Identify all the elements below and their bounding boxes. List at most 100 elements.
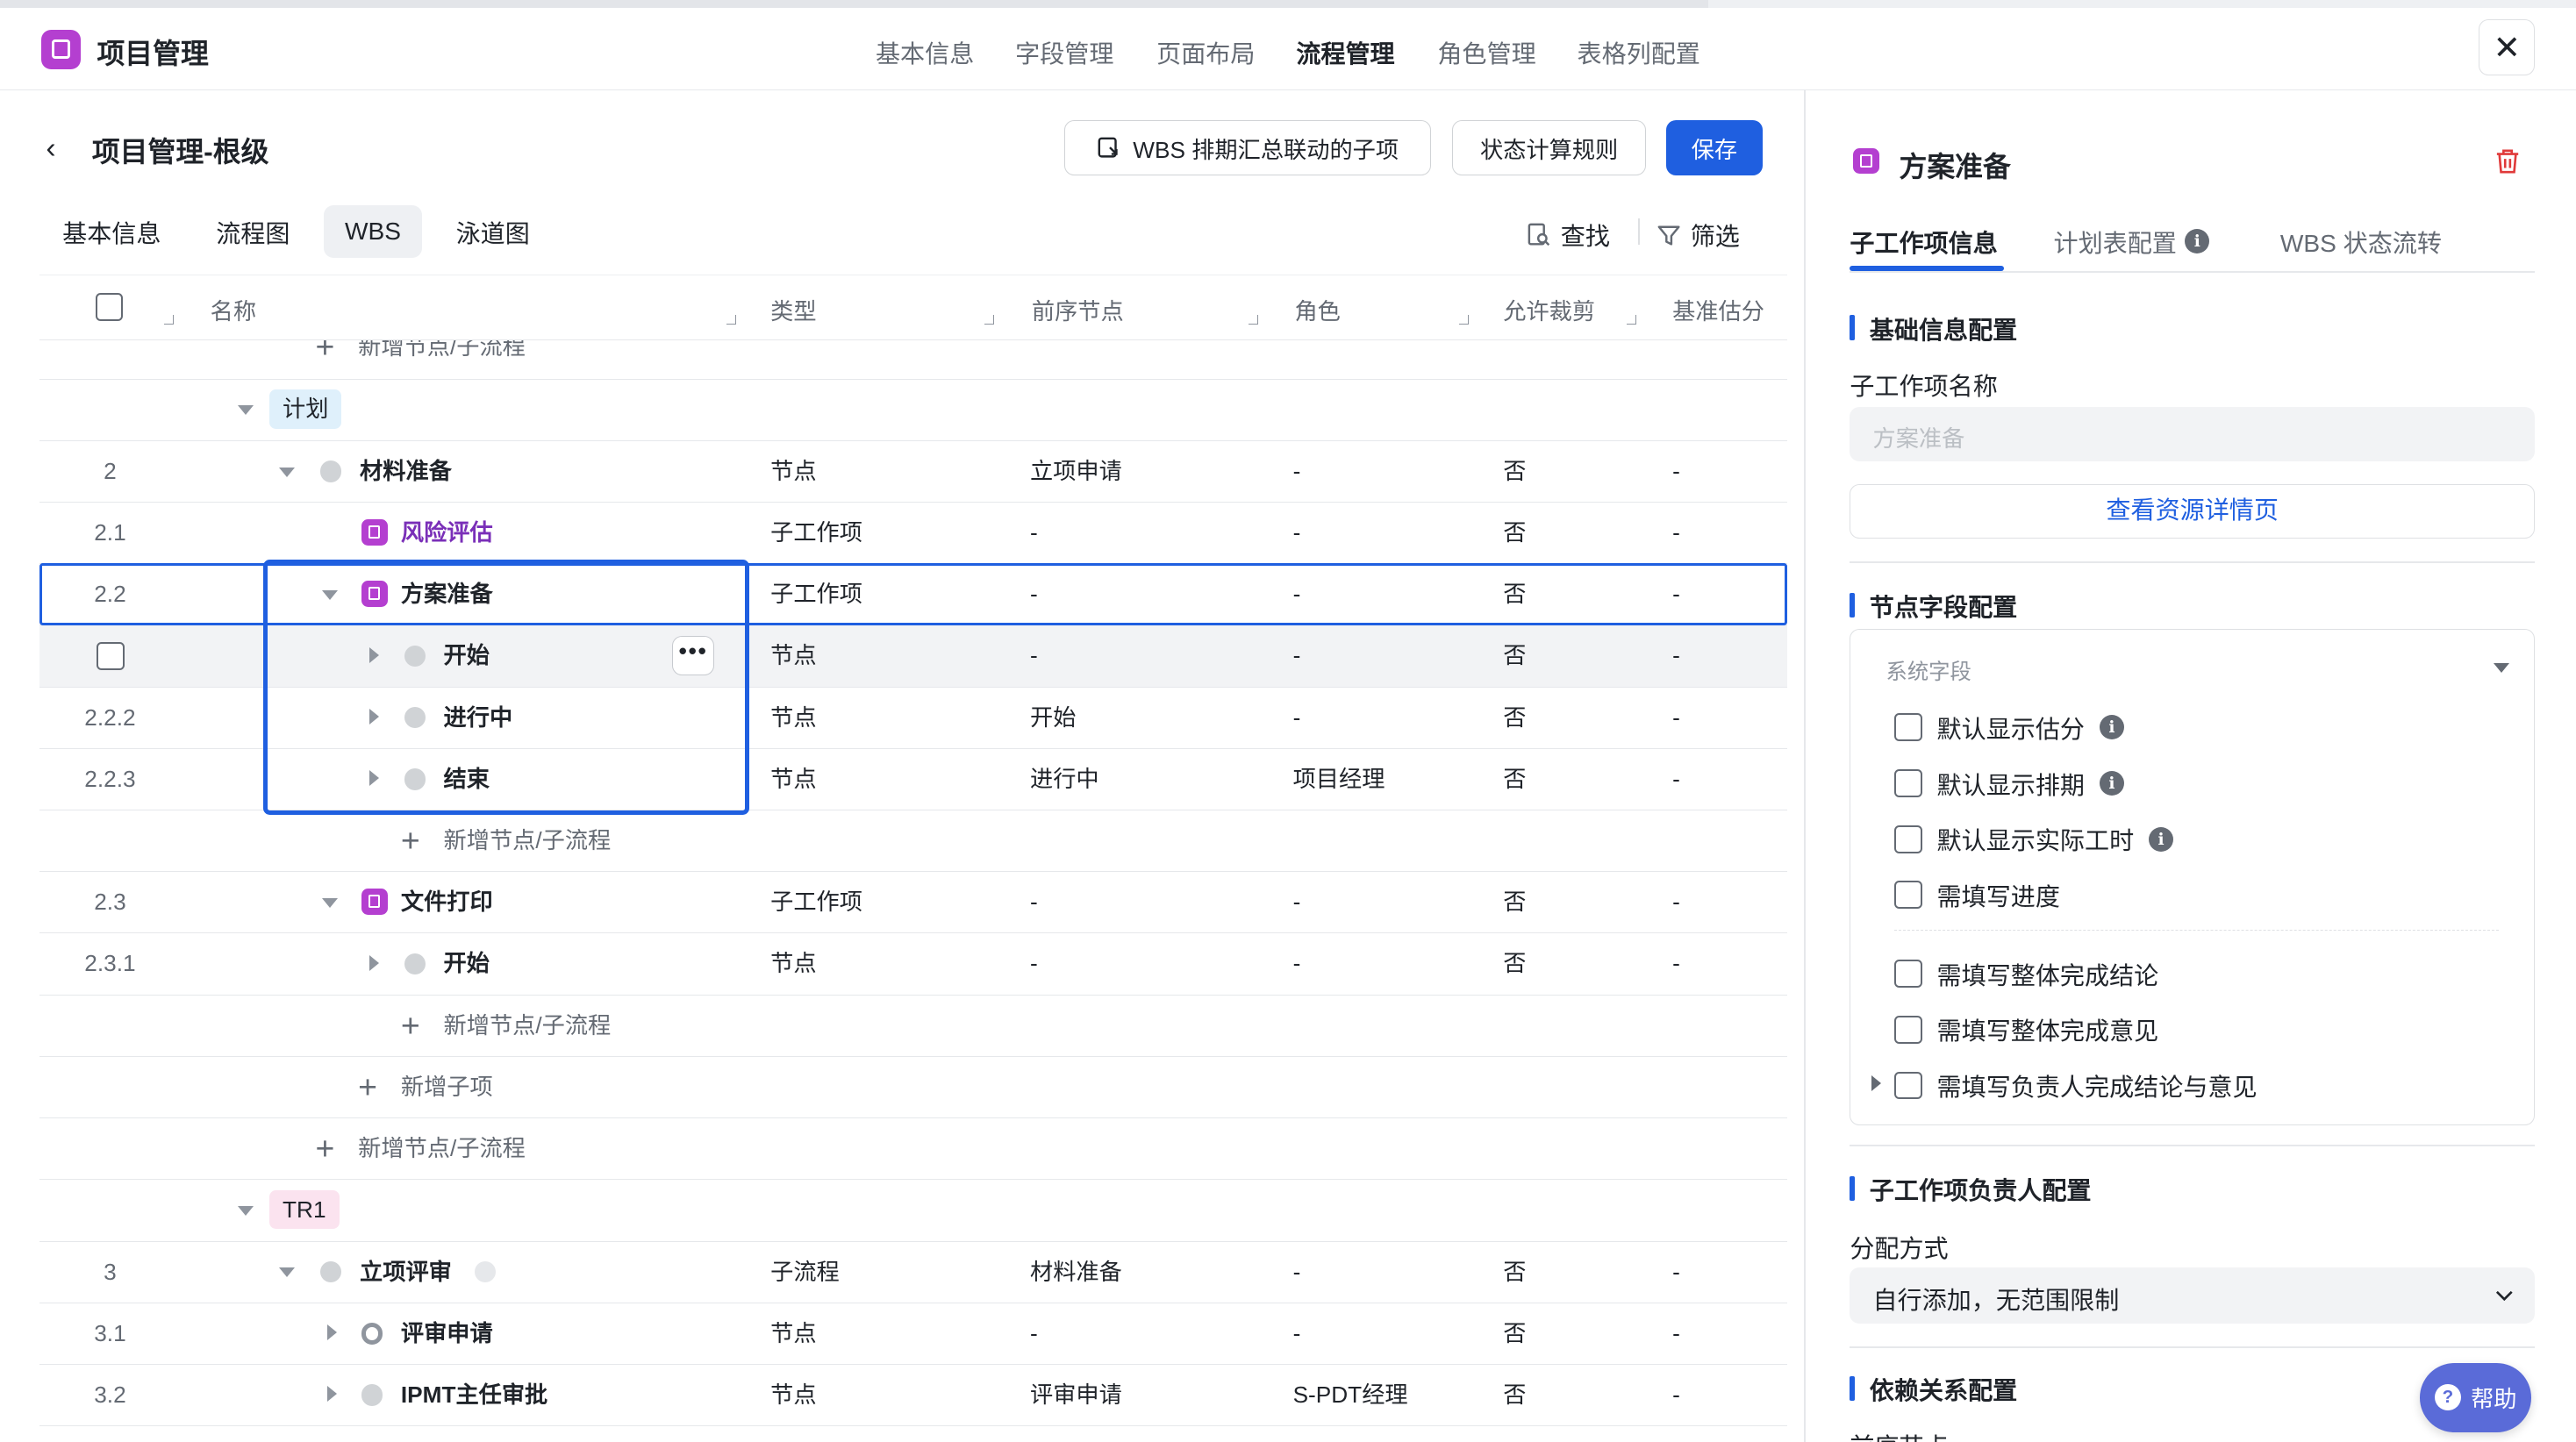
column-resize-handle[interactable] <box>1626 314 1636 325</box>
column-resize-handle[interactable] <box>984 314 994 325</box>
nav-page-layout[interactable]: 页面布局 <box>1156 34 1255 70</box>
find-button[interactable]: 查找 <box>1528 217 1610 253</box>
col-role-header[interactable]: 角色 <box>1294 293 1340 326</box>
checkbox-require-overall-conclusion[interactable]: 需填写整体完成结论 <box>1893 956 2159 992</box>
collapse-arrow-icon[interactable] <box>238 1206 254 1217</box>
expand-arrow-icon[interactable] <box>369 954 380 971</box>
row-name[interactable]: 进行中 <box>444 688 513 748</box>
panel-tab-plan-config[interactable]: 计划表配置 i <box>2054 224 2210 260</box>
table-row[interactable]: 2.2.3 结束 节点 进行中 项目经理 否 - <box>39 749 1788 810</box>
more-actions-icon[interactable]: ••• <box>671 635 715 675</box>
table-row[interactable]: 2.1 风险评估 子工作项 - - 否 - <box>39 503 1788 565</box>
collapse-arrow-icon[interactable] <box>321 590 338 600</box>
wbs-linked-items-button[interactable]: WBS 排期汇总联动的子项 <box>1064 119 1431 176</box>
nav-table-column-config[interactable]: 表格列配置 <box>1578 34 1700 70</box>
expand-arrow-icon[interactable] <box>369 646 380 663</box>
checkbox[interactable] <box>1893 1071 1922 1100</box>
filter-button[interactable]: 筛选 <box>1657 217 1740 253</box>
tabs-baseline <box>1850 270 2536 273</box>
row-name[interactable]: IPMT主任审批 <box>401 1365 547 1425</box>
close-button[interactable]: ✕ <box>2479 19 2536 76</box>
checkbox-label: 需填写整体完成结论 <box>1936 961 2159 989</box>
checkbox[interactable] <box>1893 769 1922 797</box>
assign-method-select[interactable]: 自行添加，无范围限制 <box>1850 1267 2536 1324</box>
collapse-arrow-icon[interactable] <box>238 405 254 416</box>
column-resize-handle[interactable] <box>1249 314 1259 325</box>
row-name[interactable]: 方案准备 <box>401 564 493 625</box>
checkbox-require-overall-opinion[interactable]: 需填写整体完成意见 <box>1893 1011 2158 1047</box>
checkbox[interactable] <box>1893 960 1922 989</box>
column-resize-handle[interactable] <box>726 314 736 325</box>
table-row[interactable]: 3.1 评审申请 节点 - - 否 - <box>39 1303 1788 1365</box>
col-name-header[interactable]: 名称 <box>211 293 256 326</box>
table-row[interactable]: 3 立项评审 子流程 材料准备 - 否 - <box>39 1242 1788 1303</box>
delete-icon[interactable] <box>2495 148 2520 175</box>
table-row-selected[interactable]: 2.2 方案准备 子工作项 - - 否 - <box>39 564 1788 626</box>
collapse-arrow-icon[interactable] <box>279 467 296 477</box>
checkbox[interactable] <box>1893 713 1922 742</box>
row-name[interactable]: 开始 <box>444 625 490 686</box>
column-resize-handle[interactable] <box>1458 314 1469 325</box>
col-allow-cut-header[interactable]: 允许裁剪 <box>1503 293 1595 326</box>
nav-field-management[interactable]: 字段管理 <box>1015 34 1113 70</box>
collapse-arrow-icon[interactable] <box>279 1267 296 1278</box>
tab-swimlane[interactable]: 泳道图 <box>440 205 546 258</box>
column-resize-handle[interactable] <box>164 314 175 325</box>
tab-wbs[interactable]: WBS <box>323 205 423 258</box>
back-chevron-icon[interactable]: ‹ <box>46 132 55 166</box>
table-row-hovered[interactable]: 开始 ••• 节点 - - 否 - <box>39 625 1788 688</box>
add-node-row[interactable]: + 新增节点/子流程 <box>39 1118 1788 1181</box>
add-node-row-partial[interactable]: + 新增节点/子流程 <box>39 340 1788 380</box>
status-rules-button[interactable]: 状态计算规则 <box>1452 119 1647 176</box>
checkbox[interactable] <box>1893 881 1922 910</box>
row-checkbox[interactable] <box>97 642 125 670</box>
select-all-checkbox[interactable] <box>95 293 124 322</box>
row-name-link[interactable]: 风险评估 <box>401 503 493 563</box>
checkbox-show-estimate[interactable]: 默认显示估分 i <box>1893 710 2124 746</box>
chevron-down-icon[interactable] <box>2494 663 2510 674</box>
row-type: 节点 <box>770 1381 817 1408</box>
expand-arrow-icon[interactable] <box>326 1324 337 1341</box>
row-name[interactable]: 材料准备 <box>360 441 452 502</box>
row-name[interactable]: 文件打印 <box>401 872 493 932</box>
table-row[interactable]: 2.3 文件打印 子工作项 - - 否 - <box>39 872 1788 934</box>
nav-process-management[interactable]: 流程管理 <box>1296 34 1394 70</box>
row-name[interactable]: 结束 <box>444 749 490 810</box>
help-button[interactable]: ? 帮助 <box>2420 1363 2532 1432</box>
tab-flowchart[interactable]: 流程图 <box>200 205 305 258</box>
row-name[interactable]: 评审申请 <box>401 1303 493 1364</box>
expand-arrow-icon[interactable] <box>1871 1075 1881 1092</box>
checkbox[interactable] <box>1893 1015 1922 1044</box>
table-row[interactable]: 2.2.2 进行中 节点 开始 - 否 - <box>39 688 1788 749</box>
table-row[interactable]: 3.2 IPMT主任审批 节点 评审申请 S-PDT经理 否 - <box>39 1365 1788 1427</box>
add-node-row[interactable]: + 新增节点/子流程 <box>39 996 1788 1057</box>
table-row[interactable]: 2.3.1 开始 节点 - - 否 - <box>39 933 1788 996</box>
assign-method-label: 分配方式 <box>1850 1234 1949 1262</box>
table-row[interactable]: 2 材料准备 节点 立项申请 - 否 - <box>39 441 1788 503</box>
view-resource-detail-button[interactable]: 查看资源详情页 <box>1850 484 2536 539</box>
nav-basic-info[interactable]: 基本信息 <box>876 34 974 70</box>
col-prev-node-header[interactable]: 前序节点 <box>1032 293 1124 326</box>
row-name[interactable]: 立项评审 <box>360 1242 452 1303</box>
tab-basic-info[interactable]: 基本信息 <box>46 205 177 258</box>
checkbox-require-owner-conclusion[interactable]: 需填写负责人完成结论与意见 <box>1893 1067 2258 1103</box>
checkbox[interactable] <box>1893 825 1922 853</box>
subitem-name-field[interactable]: 方案准备 <box>1850 407 2536 462</box>
nav-role-management[interactable]: 角色管理 <box>1437 34 1535 70</box>
add-child-row[interactable]: + 新增子项 <box>39 1057 1788 1119</box>
checkbox-show-schedule[interactable]: 默认显示排期 i <box>1893 766 2124 802</box>
panel-tab-wbs-status-flow[interactable]: WBS 状态流转 <box>2280 224 2442 260</box>
checkbox-show-actual-hours[interactable]: 默认显示实际工时 i <box>1893 821 2174 857</box>
collapse-arrow-icon[interactable] <box>321 898 338 908</box>
expand-arrow-icon[interactable] <box>369 770 380 787</box>
expand-arrow-icon[interactable] <box>369 708 380 725</box>
col-type-header[interactable]: 类型 <box>770 293 816 326</box>
save-button[interactable]: 保存 <box>1665 119 1764 176</box>
checkbox-require-progress[interactable]: 需填写进度 <box>1893 877 2060 913</box>
panel-tab-subitem-info[interactable]: 子工作项信息 <box>1850 224 1997 260</box>
row-allow-cut: 否 <box>1503 1381 1527 1408</box>
row-name[interactable]: 开始 <box>444 933 490 994</box>
add-node-row[interactable]: + 新增节点/子流程 <box>39 810 1788 873</box>
expand-arrow-icon[interactable] <box>326 1386 337 1403</box>
col-baseline-est-header[interactable]: 基准估分 <box>1672 293 1764 326</box>
